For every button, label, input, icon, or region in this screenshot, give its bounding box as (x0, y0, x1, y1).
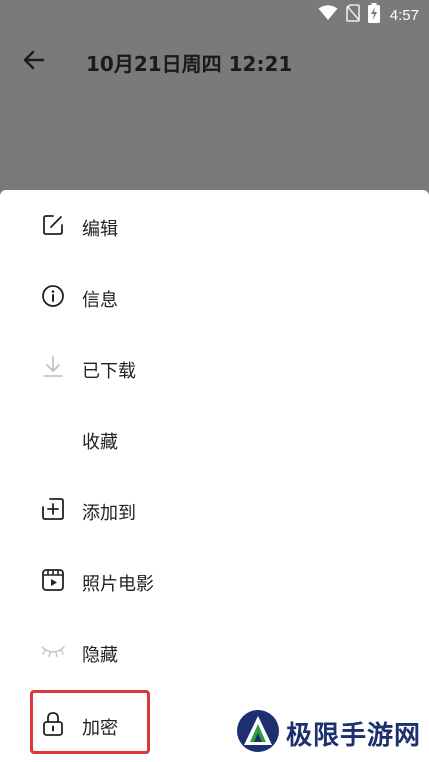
watermark: 极限手游网 (236, 709, 422, 757)
status-time: 4:57 (389, 6, 419, 24)
watermark-text: 极限手游网 (286, 720, 422, 751)
arrow-back-icon (23, 50, 45, 74)
info-icon (40, 283, 66, 309)
menu-item-label: 照片电影 (82, 574, 154, 595)
no-sim-icon (345, 4, 360, 26)
page-title: 10月21日周四 12:21 (86, 52, 293, 76)
download-icon (40, 354, 66, 380)
status-bar: 4:57 (0, 0, 429, 30)
menu-item-add-to[interactable]: 添加到 (0, 474, 429, 545)
menu-item-label: 信息 (82, 290, 118, 311)
menu-item-edit[interactable]: 编辑 (0, 190, 429, 261)
edit-icon (40, 212, 66, 238)
app-bar: 10月21日周四 12:21 (0, 30, 429, 94)
menu-item-label: 编辑 (82, 219, 118, 240)
menu-item-label: 收藏 (82, 432, 118, 453)
menu-item-label: 添加到 (82, 503, 136, 524)
status-icons: 4:57 (318, 3, 419, 27)
menu-item-favorite[interactable]: 收藏 (0, 403, 429, 474)
add-to-icon (40, 496, 66, 522)
wifi-icon (318, 5, 338, 25)
watermark-logo-icon (236, 709, 280, 757)
back-button[interactable] (12, 42, 56, 82)
menu-item-label: 隐藏 (82, 645, 118, 666)
menu-item-hide[interactable]: 隐藏 (0, 616, 429, 687)
hide-icon (40, 638, 66, 664)
menu-item-info[interactable]: 信息 (0, 261, 429, 332)
bottom-sheet-menu: 编辑 信息 已下载 收藏 添加到 照片电影 隐藏 加密 极限手游网 (0, 190, 429, 762)
menu-item-label: 已下载 (82, 361, 136, 382)
menu-item-photo-movie[interactable]: 照片电影 (0, 545, 429, 616)
battery-charging-icon (367, 3, 380, 27)
highlight-box (30, 690, 150, 754)
movie-icon (40, 567, 66, 593)
menu-item-downloaded[interactable]: 已下载 (0, 332, 429, 403)
